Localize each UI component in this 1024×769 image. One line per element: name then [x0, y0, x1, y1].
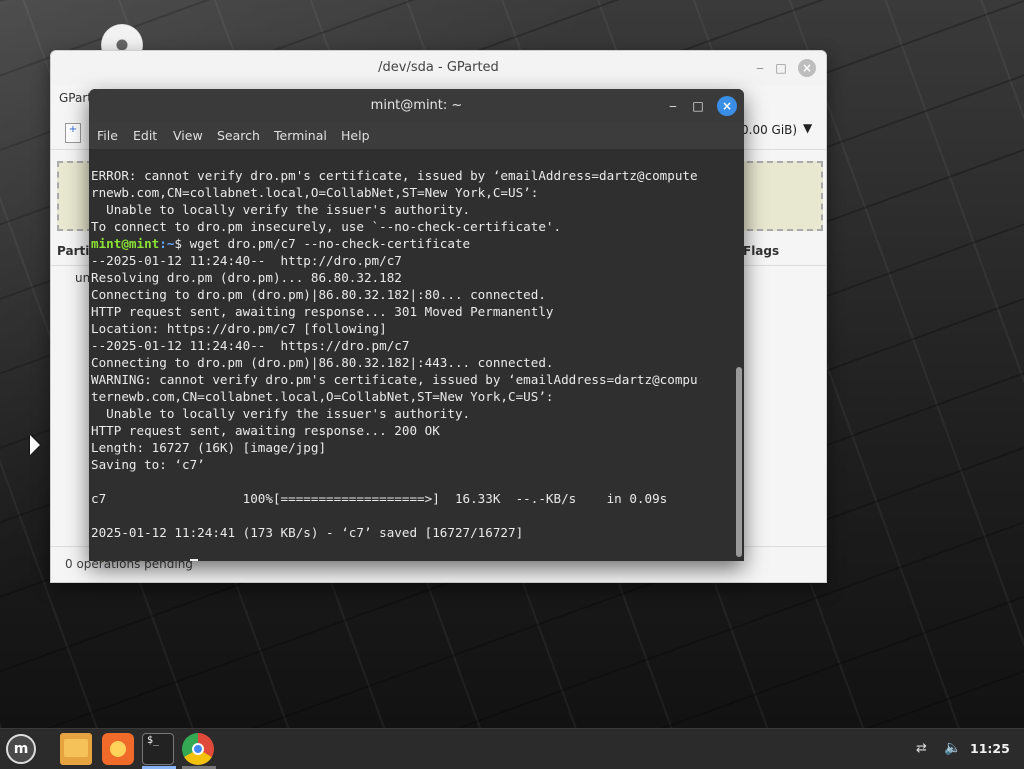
output-line: --2025-01-12 11:24:40-- http://dro.pm/c7 [91, 253, 402, 268]
volume-icon[interactable]: 🔈 [944, 740, 961, 756]
output-line: To connect to dro.pm insecurely, use `--… [91, 219, 562, 234]
menu-view[interactable]: View [173, 128, 203, 143]
minimize-icon[interactable]: ‒ [751, 59, 769, 77]
column-flags[interactable]: Flags [743, 244, 779, 258]
menu-search[interactable]: Search [217, 128, 260, 143]
output-line: 2025-01-12 11:24:41 (173 KB/s) - ‘c7’ sa… [91, 525, 524, 540]
output-line: Length: 16727 (16K) [image/jpg] [91, 440, 327, 455]
menu-file[interactable]: File [97, 128, 118, 143]
prompt-symbol: $ [174, 236, 190, 251]
mouse-pointer-icon [30, 435, 40, 455]
mint-logo-icon[interactable]: m [6, 734, 36, 764]
gparted-window-title: /dev/sda - GParted [378, 60, 499, 75]
device-size-text: 0.00 GiB) [741, 123, 798, 137]
firefox-icon[interactable] [102, 733, 134, 765]
output-line: --2025-01-12 11:24:40-- https://dro.pm/c… [91, 338, 410, 353]
current-prompt-line[interactable]: mint@mint:~$ [91, 558, 698, 561]
partition-row[interactable]: un [75, 271, 90, 285]
output-line: HTTP request sent, awaiting response... … [91, 423, 440, 438]
prompt-path: :~ [159, 236, 175, 251]
terminal-text: ERROR: cannot verify dro.pm's certificat… [91, 150, 698, 561]
prompt-symbol: $ [174, 559, 189, 561]
output-line: Location: https://dro.pm/c7 [following] [91, 321, 387, 336]
output-line: Unable to locally verify the issuer's au… [91, 202, 471, 217]
command-line: mint@mint:~$ wget dro.pm/c7 --no-check-c… [91, 235, 698, 252]
prompt-path: :~ [159, 559, 174, 561]
maximize-icon[interactable]: □ [689, 97, 707, 115]
terminal-scrollbar[interactable] [734, 149, 744, 561]
text-cursor [189, 559, 198, 561]
output-line: HTTP request sent, awaiting response... … [91, 304, 554, 319]
prompt-user: mint@mint [91, 236, 160, 251]
command-text: wget dro.pm/c7 --no-check-certificate [189, 236, 471, 251]
menu-help[interactable]: Help [341, 128, 370, 143]
new-partition-icon[interactable]: + [65, 123, 81, 143]
output-line: Saving to: ‘c7’ [91, 457, 205, 472]
clock[interactable]: 11:25 [970, 741, 1010, 756]
chrome-icon[interactable] [182, 733, 214, 765]
prompt-user: mint@mint [91, 559, 159, 561]
close-icon[interactable]: × [798, 59, 816, 77]
gparted-titlebar[interactable]: /dev/sda - GParted ‒ □ × [51, 51, 826, 85]
maximize-icon[interactable]: □ [772, 59, 790, 77]
dropdown-arrow-icon[interactable]: ▼ [803, 121, 812, 135]
output-line: c7 100%[===================>] 16.33K --.… [91, 491, 668, 506]
column-partition[interactable]: Parti [57, 244, 89, 258]
network-icon[interactable]: ⇄ [916, 741, 927, 756]
terminal-menubar: File Edit View Search Terminal Help [89, 125, 744, 147]
taskbar: m $_ ⇄ 🔈 11:25 [0, 728, 1024, 769]
menu-terminal[interactable]: Terminal [274, 128, 327, 143]
terminal-window-title: mint@mint: ~ [370, 98, 463, 113]
output-line: Unable to locally verify the issuer's au… [91, 406, 471, 421]
output-line: Connecting to dro.pm (dro.pm)|86.80.32.1… [91, 287, 546, 302]
files-icon[interactable] [60, 733, 92, 765]
output-line: ternewb.com,CN=collabnet.local,O=CollabN… [91, 389, 554, 404]
close-icon[interactable]: × [717, 96, 737, 116]
terminal-titlebar[interactable]: mint@mint: ~ ‒ □ × [89, 89, 744, 123]
scrollbar-thumb[interactable] [736, 367, 742, 557]
terminal-window: mint@mint: ~ ‒ □ × File Edit View Search… [89, 89, 744, 561]
output-line: Resolving dro.pm (dro.pm)... 86.80.32.18… [91, 270, 402, 285]
terminal-output[interactable]: ERROR: cannot verify dro.pm's certificat… [89, 149, 734, 561]
output-line: ERROR: cannot verify dro.pm's certificat… [91, 168, 698, 183]
menu-edit[interactable]: Edit [133, 128, 157, 143]
output-line: WARNING: cannot verify dro.pm's certific… [91, 372, 698, 387]
output-line: Connecting to dro.pm (dro.pm)|86.80.32.1… [91, 355, 554, 370]
terminal-icon[interactable]: $_ [142, 733, 174, 765]
output-line: rnewb.com,CN=collabnet.local,O=CollabNet… [91, 185, 539, 200]
minimize-icon[interactable]: ‒ [664, 97, 682, 115]
device-selector[interactable]: 0.00 GiB) [741, 123, 797, 137]
